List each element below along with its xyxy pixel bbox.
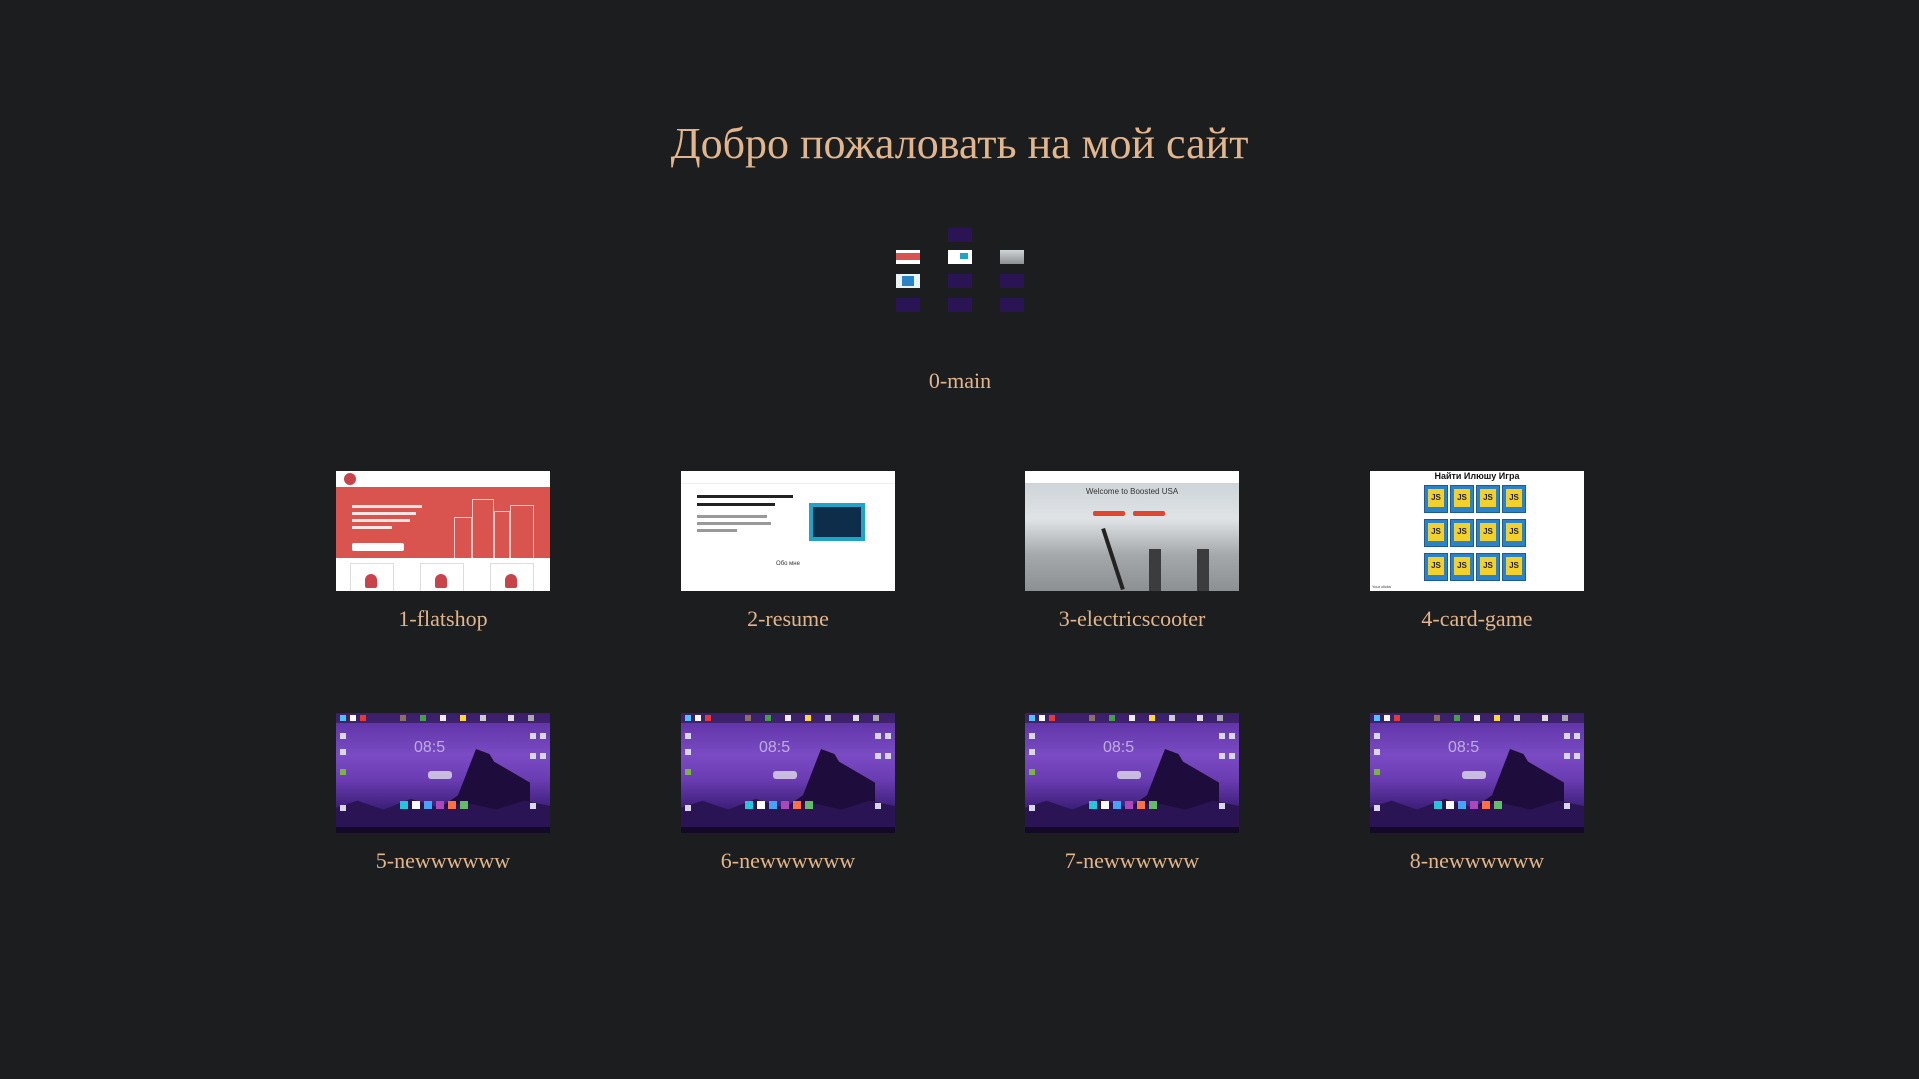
project-thumbnail-desktop: 08:5 — [1025, 713, 1239, 833]
cardgame-preview-heading: Найти Илюшу Игра — [1434, 471, 1520, 481]
resume-preview-heading: Обо мне — [776, 561, 800, 567]
project-link-main[interactable]: 0-main — [860, 228, 1060, 398]
project-caption: 5-newwwwww — [375, 848, 511, 873]
project-caption: 8-newwwwww — [1409, 848, 1545, 873]
project-link-newwwwww-5[interactable]: 08:5 5-newwwwww — [336, 713, 550, 888]
project-caption: 1-flatshop — [398, 606, 488, 631]
project-link-flatshop[interactable]: 1-flatshop — [336, 471, 550, 646]
page-title: Добро пожаловать на мой сайт — [670, 119, 1249, 168]
mini-thumb-desktop — [948, 228, 972, 242]
project-link-electricscooter[interactable]: Welcome to Boosted USA 3-electricscooter — [1025, 471, 1239, 646]
project-thumbnail-flatshop — [336, 471, 550, 591]
mini-thumb-resume — [948, 250, 972, 264]
scooter-preview-heading: Welcome to Boosted USA — [1085, 487, 1179, 496]
project-caption: 6-newwwwww — [720, 848, 856, 873]
project-caption: 3-electricscooter — [1058, 606, 1206, 631]
project-link-newwwwww-6[interactable]: 08:5 6-newwwwww — [681, 713, 895, 888]
mini-thumb-cardgame — [896, 274, 920, 288]
project-thumbnail-desktop: 08:5 — [681, 713, 895, 833]
project-caption: 7-newwwwww — [1064, 848, 1200, 873]
project-thumbnail-desktop: 08:5 — [1370, 713, 1584, 833]
project-caption: 4-card-game — [1421, 606, 1533, 631]
project-link-newwwwww-7[interactable]: 08:5 7-newwwwww — [1025, 713, 1239, 888]
mini-thumb-desktop — [948, 298, 972, 312]
project-link-resume[interactable]: Обо мне 2-resume — [681, 471, 895, 646]
mini-thumb-desktop — [1000, 274, 1024, 288]
project-thumbnail-electricscooter: Welcome to Boosted USA — [1025, 471, 1239, 591]
project-link-newwwwww-8[interactable]: 08:5 8-newwwwww — [1370, 713, 1584, 888]
page: Добро пожаловать на мой сайт 0-main 1-fl… — [0, 0, 1919, 1079]
project-thumbnail-resume: Обо мне — [681, 471, 895, 591]
mini-thumb-scooter — [1000, 250, 1024, 264]
project-link-card-game[interactable]: Найти Илюшу Игра JS JS JS JS JS JS JS JS… — [1370, 471, 1584, 646]
mini-thumb-desktop — [948, 274, 972, 288]
mini-thumb-flatshop — [896, 250, 920, 264]
mini-thumb-desktop — [896, 298, 920, 312]
main-preview-collage — [896, 228, 1024, 328]
project-caption-main: 0-main — [928, 368, 992, 393]
project-thumbnail-desktop: 08:5 — [336, 713, 550, 833]
mini-thumb-desktop — [1000, 298, 1024, 312]
project-caption: 2-resume — [747, 606, 829, 631]
project-thumbnail-card-game: Найти Илюшу Игра JS JS JS JS JS JS JS JS… — [1370, 471, 1584, 591]
